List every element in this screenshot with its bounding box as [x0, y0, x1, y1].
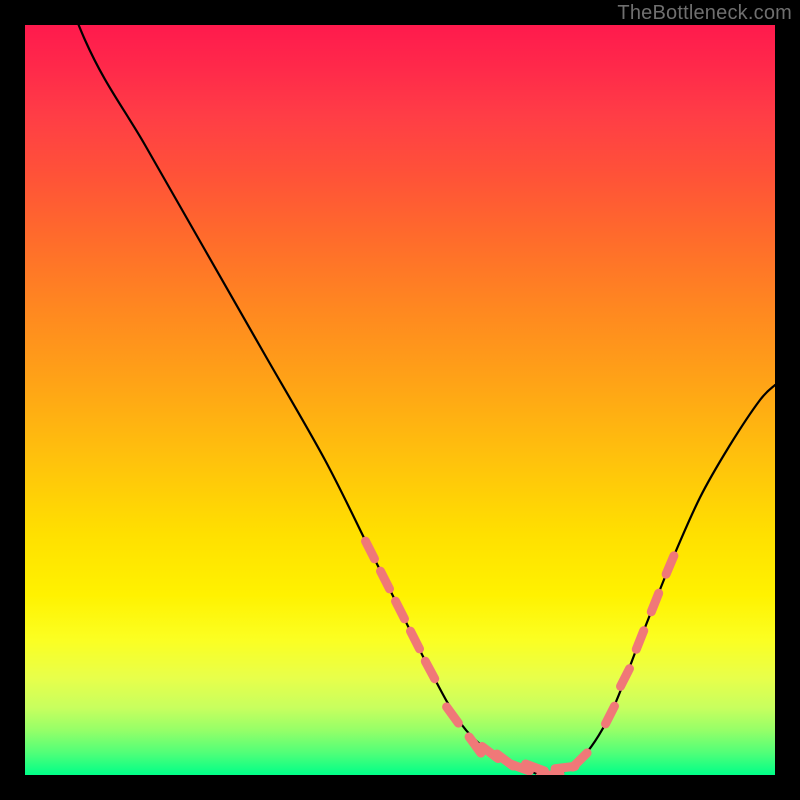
watermark-text: TheBottleneck.com — [617, 2, 792, 25]
curve-markers — [366, 541, 674, 775]
curve-marker — [666, 556, 674, 574]
curve-marker — [540, 774, 560, 775]
curve-marker — [411, 631, 420, 649]
bottleneck-curve-path — [25, 25, 775, 775]
curve-marker — [425, 661, 434, 679]
curve-marker — [381, 571, 390, 589]
curve-marker — [573, 753, 587, 767]
curve-marker — [396, 601, 405, 619]
curve-marker — [651, 593, 658, 612]
curve-marker — [636, 631, 643, 650]
chart-frame — [25, 25, 775, 775]
curve-marker — [606, 706, 615, 724]
curve-marker — [447, 707, 459, 723]
bottleneck-chart — [25, 25, 775, 775]
curve-marker — [366, 541, 375, 559]
curve-marker — [621, 669, 630, 687]
